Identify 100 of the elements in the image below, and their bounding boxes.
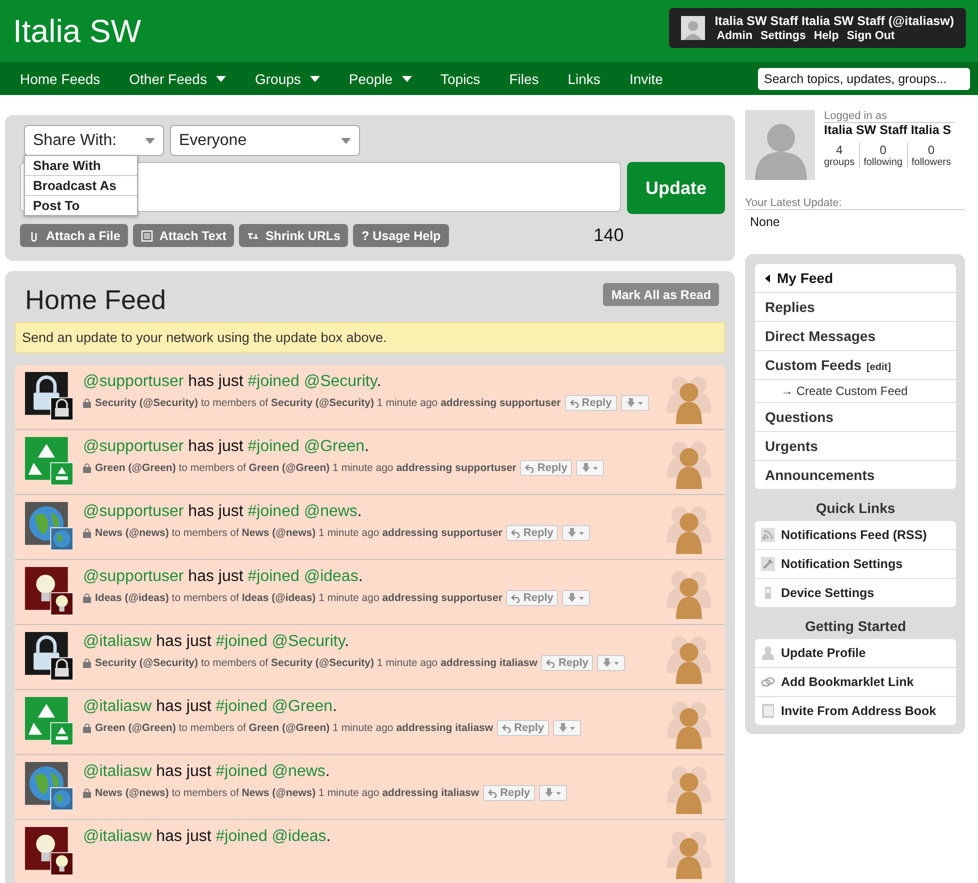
tool-button[interactable]: Attach Text	[133, 224, 234, 247]
addressing-link[interactable]: addressing italiasw	[440, 657, 538, 669]
reply-button[interactable]: Reply	[564, 395, 617, 411]
addressing-link[interactable]: addressing italiasw	[396, 722, 494, 734]
reply-button[interactable]: Reply	[506, 590, 558, 606]
nav-item[interactable]: Invite	[629, 70, 663, 86]
create-feed-link[interactable]: → Create Custom Feed	[781, 384, 908, 398]
menu-item[interactable]: Broadcast As	[25, 176, 137, 196]
user-link[interactable]: @italiasw	[83, 763, 152, 780]
group-link[interactable]: Ideas (@ideas)	[95, 592, 169, 604]
stat-link[interactable]: 0 following	[858, 143, 906, 168]
group-link[interactable]: Security (@Security)	[95, 397, 198, 409]
group-link[interactable]: @news	[304, 503, 358, 520]
hashtag-link[interactable]: #joined	[216, 633, 268, 650]
profile-name[interactable]: Italia SW Staff Italia S	[824, 123, 955, 137]
sidebar-link[interactable]: Add Bookmarklet Link	[755, 668, 956, 697]
reply-button[interactable]: Reply	[483, 785, 536, 801]
feed-link[interactable]: Urgents	[765, 438, 818, 454]
group-link[interactable]: Green (@Green)	[248, 722, 330, 734]
group-link[interactable]: Green (@Green)	[95, 462, 176, 474]
account-link[interactable]: Settings	[760, 30, 806, 42]
nav-item[interactable]: Links	[568, 70, 600, 86]
nav-item[interactable]: Home Feeds	[20, 70, 100, 86]
group-link[interactable]: @Security	[272, 633, 345, 650]
group-link[interactable]: Security (@Security)	[270, 397, 374, 409]
tool-button[interactable]: ? Usage Help	[353, 224, 449, 247]
tool-button[interactable]: Attach a File	[20, 224, 128, 247]
actions-dropdown[interactable]	[553, 720, 582, 736]
account-link[interactable]: Help	[814, 30, 839, 42]
reply-button[interactable]: Reply	[506, 525, 558, 541]
sidebar-link[interactable]: Notification Settings	[755, 550, 956, 579]
user-link[interactable]: @italiasw	[83, 828, 152, 845]
menu-item[interactable]: Share With	[25, 156, 137, 176]
actions-dropdown[interactable]	[562, 590, 590, 606]
account-link[interactable]: Admin	[716, 30, 752, 42]
feed-link[interactable]: My Feed	[765, 270, 834, 286]
addressing-link[interactable]: addressing supportuser	[440, 397, 561, 409]
group-link[interactable]: @Green	[304, 438, 365, 455]
actions-dropdown[interactable]	[620, 395, 649, 411]
nav-item[interactable]: Topics	[440, 70, 480, 86]
user-link[interactable]: @italiasw	[83, 698, 152, 715]
menu-item[interactable]: Post To	[25, 196, 137, 215]
user-link[interactable]: @italiasw	[83, 633, 152, 650]
hashtag-link[interactable]: #joined	[248, 503, 300, 520]
group-link[interactable]: News (@news)	[95, 787, 169, 799]
user-link[interactable]: @supportuser	[83, 503, 184, 520]
share-select[interactable]: Share With:	[24, 125, 164, 156]
hashtag-link[interactable]: #joined	[216, 698, 268, 715]
user-link[interactable]: @supportuser	[83, 568, 184, 585]
user-link[interactable]: @supportuser	[83, 438, 184, 455]
group-link[interactable]: @ideas	[304, 568, 358, 585]
reply-button[interactable]: Reply	[541, 655, 594, 671]
addressing-link[interactable]: addressing supportuser	[382, 592, 502, 604]
group-link[interactable]: Security (@Security)	[95, 657, 198, 669]
feed-link[interactable]: Questions	[765, 409, 834, 425]
nav-item[interactable]: Files	[509, 70, 539, 86]
feed-link[interactable]: Custom Feeds	[765, 357, 862, 373]
sidebar-link[interactable]: Invite From Address Book	[755, 697, 956, 725]
stat-link[interactable]: 0 followers	[906, 143, 955, 168]
search-field[interactable]: Search topics, updates, groups...	[758, 68, 970, 90]
group-link[interactable]: @Green	[272, 698, 333, 715]
tool-button[interactable]: Shrink URLs	[239, 224, 348, 247]
mark-read-button[interactable]: Mark All as Read	[603, 283, 719, 306]
feed-link[interactable]: Announcements	[765, 467, 875, 483]
nav-item[interactable]: Other Feeds	[129, 70, 226, 86]
group-link[interactable]: @ideas	[272, 828, 326, 845]
group-link[interactable]: News (@news)	[95, 527, 169, 539]
addressing-link[interactable]: addressing supportuser	[396, 462, 516, 474]
actions-dropdown[interactable]	[597, 655, 626, 671]
group-link[interactable]: Green (@Green)	[248, 462, 330, 474]
hashtag-link[interactable]: #joined	[216, 763, 268, 780]
site-title[interactable]: Italia SW	[13, 12, 142, 50]
reply-button[interactable]: Reply	[497, 720, 550, 736]
group-link[interactable]: Security (@Security)	[270, 657, 374, 669]
actions-dropdown[interactable]	[576, 460, 604, 476]
feed-link[interactable]: Replies	[765, 299, 815, 315]
hashtag-link[interactable]: #joined	[248, 568, 300, 585]
feed-link[interactable]: Direct Messages	[765, 328, 876, 344]
audience-select[interactable]: Everyone	[170, 125, 360, 156]
group-link[interactable]: @Security	[304, 373, 377, 390]
sidebar-link[interactable]: Device Settings	[755, 579, 956, 607]
reply-button[interactable]: Reply	[520, 460, 572, 476]
actions-dropdown[interactable]	[539, 785, 568, 801]
group-link[interactable]: News (@news)	[242, 527, 316, 539]
update-button[interactable]: Update	[627, 162, 725, 214]
group-link[interactable]: Ideas (@ideas)	[242, 592, 316, 604]
hashtag-link[interactable]: #joined	[248, 438, 300, 455]
sidebar-link[interactable]: Notifications Feed (RSS)	[755, 521, 956, 550]
addressing-link[interactable]: addressing supportuser	[382, 527, 502, 539]
group-link[interactable]: Green (@Green)	[95, 722, 176, 734]
addressing-link[interactable]: addressing italiasw	[382, 787, 480, 799]
user-link[interactable]: @supportuser	[83, 373, 184, 390]
edit-link[interactable]: [edit]	[866, 362, 891, 373]
account-link[interactable]: Sign Out	[846, 30, 895, 42]
hashtag-link[interactable]: #joined	[216, 828, 268, 845]
sidebar-link[interactable]: Update Profile	[755, 639, 956, 668]
nav-item[interactable]: Groups	[254, 70, 320, 86]
stat-link[interactable]: 4 groups	[824, 143, 859, 168]
hashtag-link[interactable]: #joined	[248, 373, 300, 390]
group-link[interactable]: News (@news)	[242, 787, 316, 799]
